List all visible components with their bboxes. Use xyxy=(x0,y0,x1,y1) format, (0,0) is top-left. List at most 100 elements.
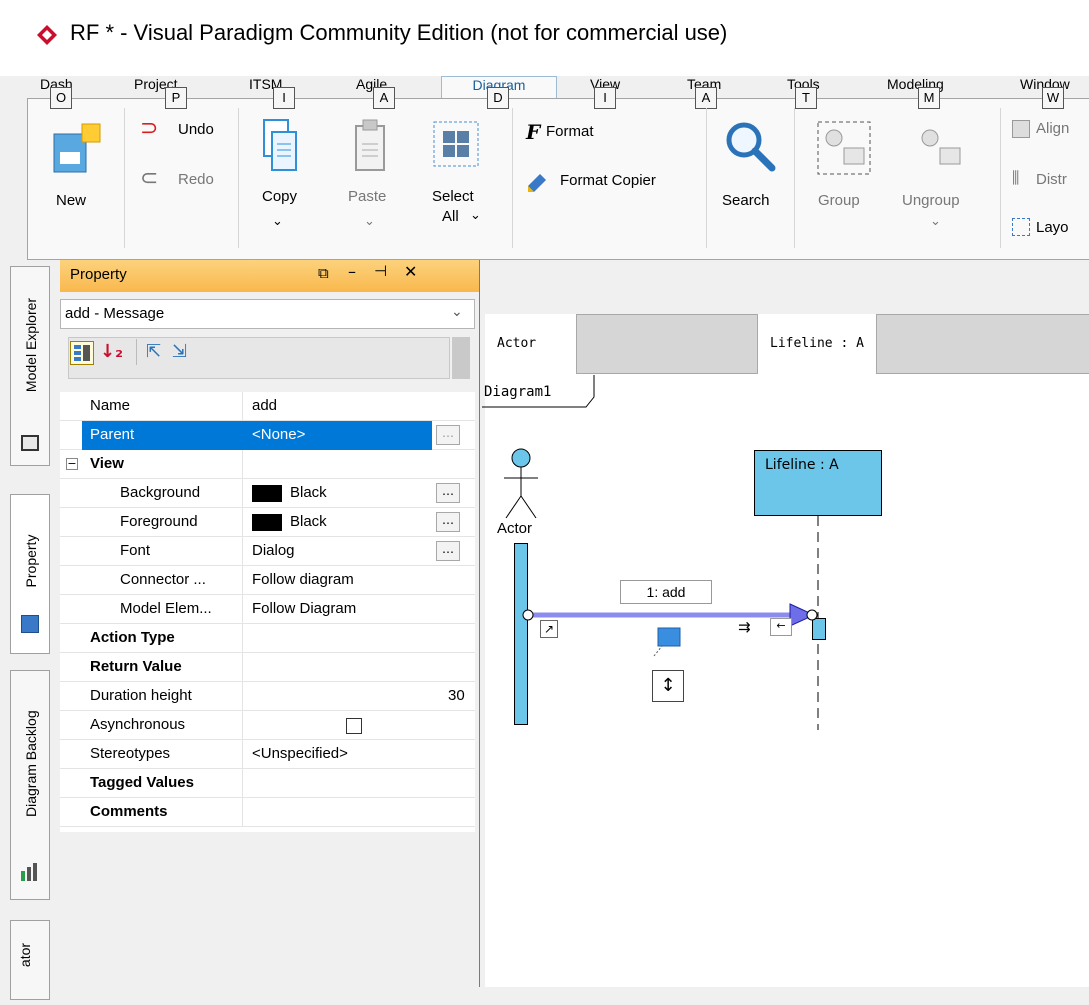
property-row-asynchronous[interactable]: Asynchronous xyxy=(60,711,475,740)
paste-button[interactable]: Paste ⌄ xyxy=(340,112,400,252)
property-row-return-value[interactable]: Return Value xyxy=(60,653,475,682)
group-label: Group xyxy=(818,192,860,209)
ungroup-button[interactable]: Ungroup ⌄ xyxy=(890,112,982,252)
group-button[interactable]: Group xyxy=(806,112,880,252)
redo-icon: ⊂ xyxy=(140,166,159,191)
undo-label: Undo xyxy=(178,121,214,138)
new-label: New xyxy=(56,192,87,209)
new-diagram-icon xyxy=(53,123,101,173)
format-button[interactable]: F Format xyxy=(526,120,686,146)
align-icon xyxy=(1012,120,1030,138)
keytip: W xyxy=(1042,87,1064,109)
collapse-all-icon[interactable]: ⇲ xyxy=(172,341,187,362)
lane-header-actor[interactable]: Actor xyxy=(485,314,577,374)
layout-button[interactable]: Layo xyxy=(1012,216,1089,240)
layout-icon xyxy=(1012,218,1030,236)
minimize-icon[interactable]: – xyxy=(348,262,356,281)
property-row-duration-height[interactable]: Duration height 30 xyxy=(60,682,475,711)
resize-duration-icon[interactable]: ↕ xyxy=(652,670,684,702)
font-browse-button[interactable]: … xyxy=(436,541,460,561)
parent-browse-button[interactable]: … xyxy=(436,425,460,445)
undo-button[interactable]: ⊃ Undo xyxy=(140,118,236,144)
property-value: add xyxy=(252,397,278,414)
categorized-icon[interactable] xyxy=(70,341,94,365)
property-name: Parent xyxy=(90,426,135,443)
chevron-down-icon: ⌄ xyxy=(364,214,375,229)
keytip: A xyxy=(695,87,717,109)
property-row-model-element[interactable]: Model Elem... Follow Diagram xyxy=(60,595,475,624)
actor-figure-icon[interactable] xyxy=(500,446,542,524)
model-element-selector[interactable]: add - Message ⌄ xyxy=(60,299,475,329)
resource-note-icon[interactable] xyxy=(652,626,684,658)
keytip: I xyxy=(273,87,295,109)
keytip: A xyxy=(373,87,395,109)
asynchronous-checkbox[interactable] xyxy=(346,718,362,734)
ungroup-label: Ungroup xyxy=(902,192,960,209)
copy-button[interactable]: Copy ⌄ xyxy=(250,112,310,252)
lifeline-label: Lifeline : A xyxy=(765,457,839,473)
property-row-action-type[interactable]: Action Type xyxy=(60,624,475,653)
restore-icon[interactable]: ⧉ xyxy=(318,264,329,282)
select-all-label-1: Select xyxy=(432,188,474,205)
keytip: O xyxy=(50,87,72,109)
property-row-font[interactable]: Font Dialog … xyxy=(60,537,475,566)
format-copier-label: Format Copier xyxy=(560,172,656,189)
title-bar: RF * - Visual Paradigm Community Edition… xyxy=(0,0,1089,76)
new-button[interactable]: New xyxy=(40,112,116,252)
resource-arrow-icon[interactable]: ↗ xyxy=(540,620,558,638)
property-name: Background xyxy=(120,484,201,501)
actor-activation-bar[interactable] xyxy=(514,543,528,725)
expand-all-icon[interactable]: ⇱ xyxy=(146,341,161,362)
background-browse-button[interactable]: … xyxy=(436,483,460,503)
property-row-stereotypes[interactable]: Stereotypes <Unspecified> xyxy=(60,740,475,769)
close-icon[interactable]: ✕ xyxy=(404,262,417,281)
distribute-label: Distr xyxy=(1036,171,1067,188)
property-row-comments[interactable]: Comments xyxy=(60,798,475,827)
tab-property[interactable]: Property xyxy=(10,494,50,654)
property-row-tagged-values[interactable]: Tagged Values xyxy=(60,769,475,798)
format-icon: F xyxy=(526,120,541,144)
property-name: Return Value xyxy=(90,658,182,675)
format-copier-icon xyxy=(528,174,546,192)
property-name: Stereotypes xyxy=(90,745,171,762)
tab-navigator[interactable]: ator xyxy=(10,920,50,1000)
distribute-button[interactable]: ⫼ Distr xyxy=(1012,168,1089,192)
lane-header-lifeline[interactable]: Lifeline : A xyxy=(757,314,877,374)
search-button[interactable]: Search xyxy=(716,112,786,252)
property-row-foreground[interactable]: Foreground Black … xyxy=(60,508,475,537)
resource-self-message-icon[interactable]: ← xyxy=(770,618,792,636)
message-label[interactable]: 1: add xyxy=(620,580,712,604)
window-title: RF * - Visual Paradigm Community Edition… xyxy=(70,20,728,45)
color-swatch xyxy=(252,514,282,531)
property-value: Follow diagram xyxy=(252,571,354,588)
property-icon xyxy=(21,615,39,633)
property-value: <Unspecified> xyxy=(252,745,348,762)
pin-icon[interactable]: ⊣ xyxy=(374,262,387,280)
keytip: D xyxy=(487,87,509,109)
tab-diagram-backlog[interactable]: Diagram Backlog xyxy=(10,670,50,900)
tab-diagram-backlog-label: Diagram Backlog xyxy=(23,710,39,817)
resource-return-icon[interactable]: ⇉ xyxy=(738,618,756,636)
lifeline-a-head[interactable]: Lifeline : A xyxy=(754,450,882,516)
collapse-icon[interactable]: − xyxy=(66,458,78,470)
align-label: Align xyxy=(1036,120,1070,137)
tab-model-explorer[interactable]: Model Explorer xyxy=(10,266,50,466)
color-swatch xyxy=(252,485,282,502)
property-row-background[interactable]: Background Black … xyxy=(60,479,475,508)
property-row-connector[interactable]: Connector ... Follow diagram xyxy=(60,566,475,595)
sort-alphabetical-icon[interactable]: ↓₂ xyxy=(100,341,123,362)
foreground-browse-button[interactable]: … xyxy=(436,512,460,532)
search-label: Search xyxy=(722,192,770,209)
select-all-button[interactable]: Select All ⌄ xyxy=(424,112,502,252)
redo-button[interactable]: ⊂ Redo xyxy=(140,168,236,194)
actor-label: Actor xyxy=(497,520,533,537)
format-copier-button[interactable]: Format Copier xyxy=(526,168,696,194)
copy-icon xyxy=(263,119,297,171)
property-row-parent[interactable]: Parent <None> … xyxy=(60,421,475,450)
property-name: Name xyxy=(90,397,131,414)
select-all-label-2: All xyxy=(442,208,459,225)
property-group-view[interactable]: − View xyxy=(60,450,475,479)
lane-header-label: Actor xyxy=(497,336,537,351)
property-row-name[interactable]: Name add xyxy=(60,392,475,421)
align-button[interactable]: Align xyxy=(1012,118,1089,142)
